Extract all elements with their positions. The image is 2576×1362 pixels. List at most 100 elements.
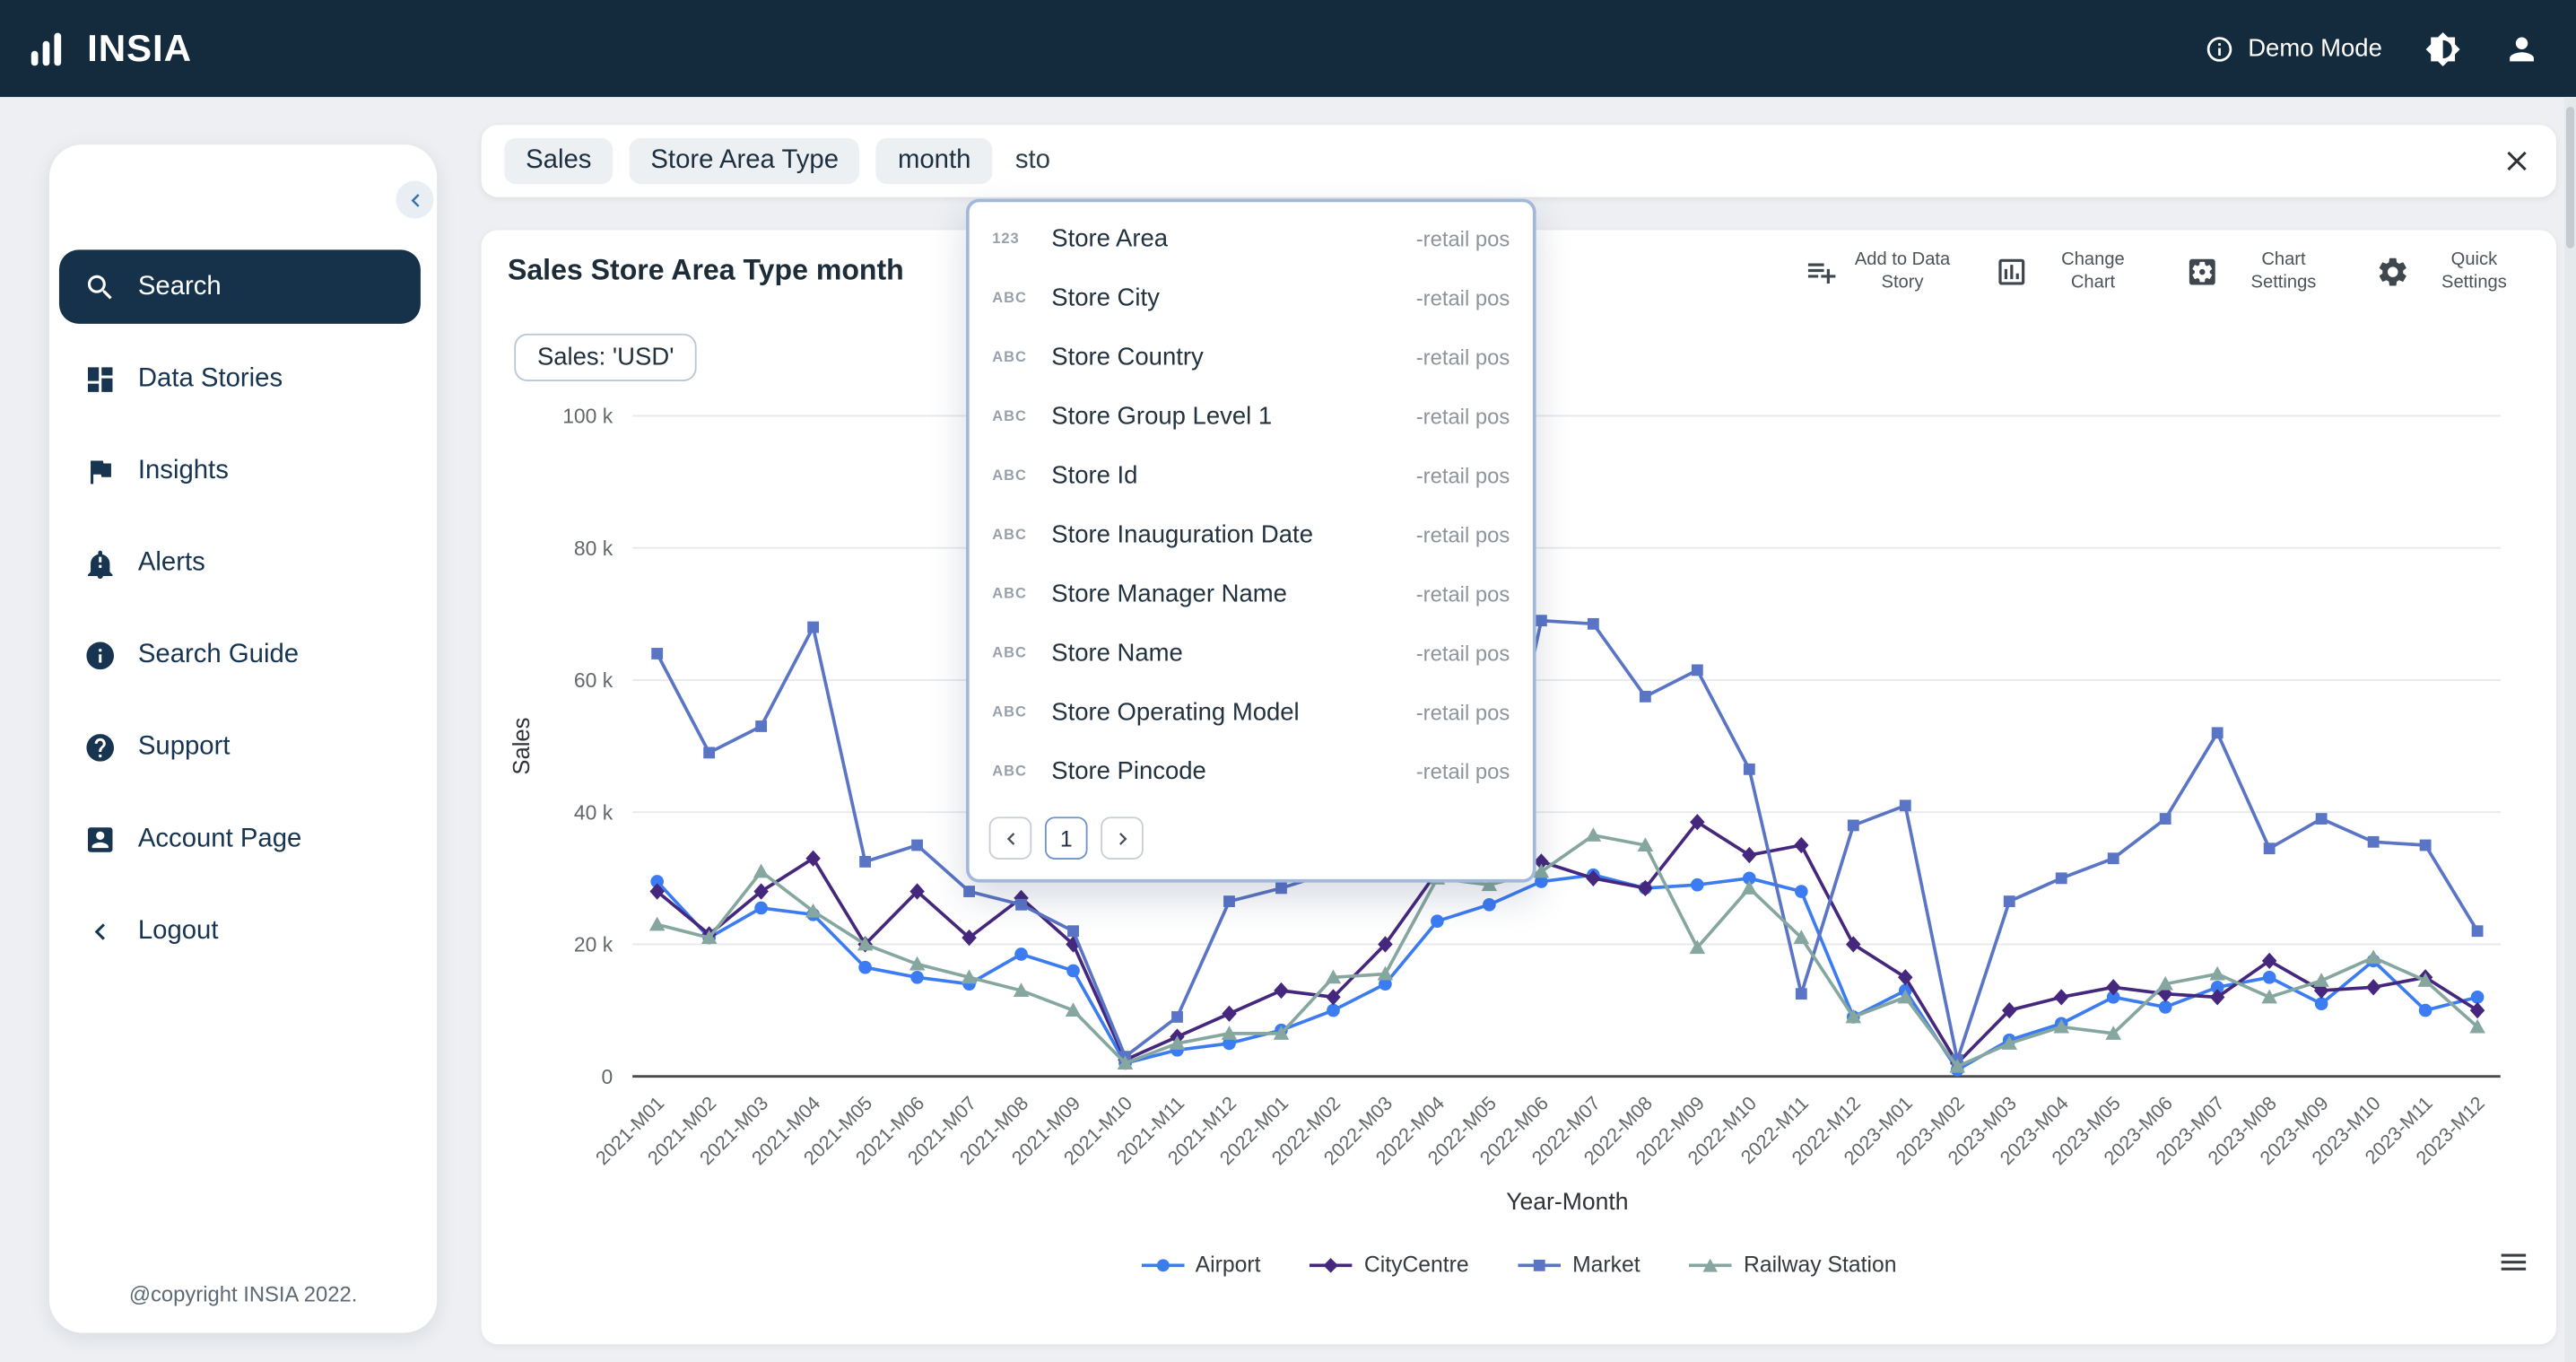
sidebar-item-label: Search Guide <box>137 640 300 668</box>
demo-mode-indicator[interactable]: Demo Mode <box>2206 34 2382 64</box>
svg-text:80 k: 80 k <box>574 537 614 560</box>
brand-name: INSIA <box>87 26 193 69</box>
top-navbar: INSIA Demo Mode <box>0 0 2576 98</box>
user-profile-icon[interactable] <box>2503 31 2539 66</box>
sidebar-item-account-page[interactable]: Account Page <box>59 802 421 876</box>
suggestion-store-city[interactable]: ABC Store City -retail pos <box>970 268 1533 327</box>
suggestion-store-manager-name[interactable]: ABC Store Manager Name -retail pos <box>970 563 1533 623</box>
legend-marker-triangle-icon <box>1689 1257 1733 1271</box>
suggestion-store-pincode[interactable]: ABC Store Pincode -retail pos <box>970 741 1533 800</box>
legend-label: Market <box>1572 1252 1640 1278</box>
legend-item-market[interactable]: Market <box>1518 1252 1640 1278</box>
pagination-prev-button[interactable] <box>988 816 1032 860</box>
theme-toggle-icon <box>2425 31 2460 66</box>
suggestions-pagination: 1 <box>970 800 1533 863</box>
search-chip-list: Sales Store Area Type month <box>504 137 993 185</box>
sidebar-item-search-guide[interactable]: Search Guide <box>59 618 421 692</box>
toolbar-action-label: Quick Settings <box>2441 249 2507 292</box>
info-icon <box>86 641 114 669</box>
toolbar-chart-settings-button[interactable]: Chart Settings <box>2171 240 2349 304</box>
chevron-right-icon <box>1110 825 1134 851</box>
clear-search-icon[interactable] <box>2501 144 2534 178</box>
chevron-right-icon <box>1118 833 1127 845</box>
suggestion-label: Store Name <box>1051 638 1183 667</box>
chart-menu-icon[interactable] <box>2497 1245 2530 1279</box>
suggestion-label: Store City <box>1051 283 1160 312</box>
chart-toolbar: Add to Data Story Change Chart Chart Setti… <box>1790 240 2539 304</box>
sidebar-item-label: Data Stories <box>137 363 283 392</box>
sidebar-item-insights[interactable]: Insights <box>59 434 421 508</box>
search-chip-month[interactable]: month <box>876 137 993 185</box>
svg-text:Sales: Sales <box>509 718 535 775</box>
suggestion-store-name[interactable]: ABC Store Name -retail pos <box>970 623 1533 682</box>
svg-text:60 k: 60 k <box>574 668 614 692</box>
sidebar-collapse-button[interactable] <box>396 180 434 219</box>
suggestion-label: Store Country <box>1051 342 1204 371</box>
sidebar: Search Data Stories Insights Alerts Search G… <box>48 144 438 1333</box>
search-chip-store-area-type[interactable]: Store Area Type <box>629 137 860 185</box>
sidebar-item-support[interactable]: Support <box>59 710 421 783</box>
playlist-add-icon <box>1807 263 1836 284</box>
suggestion-source: -retail pos <box>1415 344 1510 370</box>
toolbar-quick-settings-button[interactable]: Quick Settings <box>2363 240 2540 304</box>
pagination-next-button[interactable] <box>1101 816 1144 860</box>
demo-mode-label: Demo Mode <box>2248 34 2382 63</box>
suggestion-label: Store Operating Model <box>1051 697 1300 726</box>
suggestion-label: Store Area <box>1051 224 1169 253</box>
measure-filter-chip[interactable]: Sales: 'USD' <box>514 333 698 381</box>
suggestion-store-operating-model[interactable]: ABC Store Operating Model -retail pos <box>970 682 1533 741</box>
chevron-left-icon <box>402 186 428 213</box>
toolbar-action-label: Chart Settings <box>2250 249 2317 292</box>
pagination-page-button[interactable]: 1 <box>1044 816 1088 860</box>
brand[interactable]: INSIA <box>30 26 192 70</box>
page-scrollbar[interactable] <box>2564 97 2576 1362</box>
search-bar[interactable]: Sales Store Area Type month sto <box>481 125 2557 197</box>
legend-label: Airport <box>1195 1252 1261 1278</box>
field-type-icon: ABC <box>992 643 1027 661</box>
chevron-left-icon <box>94 922 105 939</box>
svg-text:40 k: 40 k <box>574 800 614 824</box>
suggestion-store-id[interactable]: ABC Store Id -retail pos <box>970 445 1533 504</box>
copyright-text: @copyright INSIA 2022. <box>128 1281 358 1307</box>
settings-box-icon <box>2189 259 2215 286</box>
gear-icon <box>2379 258 2406 286</box>
chevron-left-icon <box>410 193 419 207</box>
bell-icon <box>87 549 113 579</box>
sidebar-item-alerts[interactable]: Alerts <box>59 526 421 599</box>
close-icon <box>2507 151 2527 171</box>
sidebar-item-label: Account Page <box>137 824 302 852</box>
scrollbar-thumb[interactable] <box>2566 107 2575 249</box>
search-chip-sales[interactable]: Sales <box>504 137 614 185</box>
help-icon <box>86 733 114 761</box>
suggestion-store-country[interactable]: ABC Store Country -retail pos <box>970 327 1533 386</box>
sidebar-item-logout[interactable]: Logout <box>59 894 421 967</box>
sidebar-item-label: Logout <box>137 916 219 945</box>
chevron-left-icon <box>998 825 1023 851</box>
sidebar-menu: Search Data Stories Insights Alerts Search G… <box>49 144 437 968</box>
sidebar-item-data-stories[interactable]: Data Stories <box>59 342 421 415</box>
field-type-icon: ABC <box>992 467 1027 484</box>
suggestion-source: -retail pos <box>1415 403 1510 429</box>
chevron-left-icon <box>1005 833 1014 845</box>
suggestion-label: Store Pincode <box>1051 756 1206 785</box>
suggestion-source: -retail pos <box>1415 284 1510 310</box>
field-type-icon: ABC <box>992 289 1027 306</box>
theme-toggle-icon[interactable] <box>2424 31 2460 66</box>
suggestion-store-area[interactable]: 123 Store Area -retail pos <box>970 209 1533 268</box>
legend-item-railway-station[interactable]: Railway Station <box>1689 1253 1896 1277</box>
toolbar-action-label: Change Chart <box>2061 249 2125 292</box>
field-type-icon: ABC <box>992 348 1027 365</box>
toolbar-add-to-data-story-button[interactable]: Add to Data Story <box>1790 240 1968 304</box>
legend-marker-square-icon <box>1518 1259 1562 1270</box>
sidebar-item-search[interactable]: Search <box>58 249 421 324</box>
legend-item-airport[interactable]: Airport <box>1141 1253 1260 1277</box>
legend-item-citycentre[interactable]: CityCentre <box>1310 1252 1469 1278</box>
search-suggestions-dropdown: 123 Store Area -retail pos ABC Store City -re… <box>965 198 1536 883</box>
sidebar-item-label: Search <box>137 272 222 301</box>
suggestion-store-group-level-1[interactable]: ABC Store Group Level 1 -retail pos <box>970 386 1533 445</box>
suggestion-store-inauguration-date[interactable]: ABC Store Inauguration Date -retail pos <box>970 504 1533 563</box>
suggestion-source: -retail pos <box>1415 758 1510 783</box>
toolbar-change-chart-button[interactable]: Change Chart <box>1981 240 2159 304</box>
legend-label: CityCentre <box>1363 1252 1469 1278</box>
svg-text:100 k: 100 k <box>562 405 614 428</box>
